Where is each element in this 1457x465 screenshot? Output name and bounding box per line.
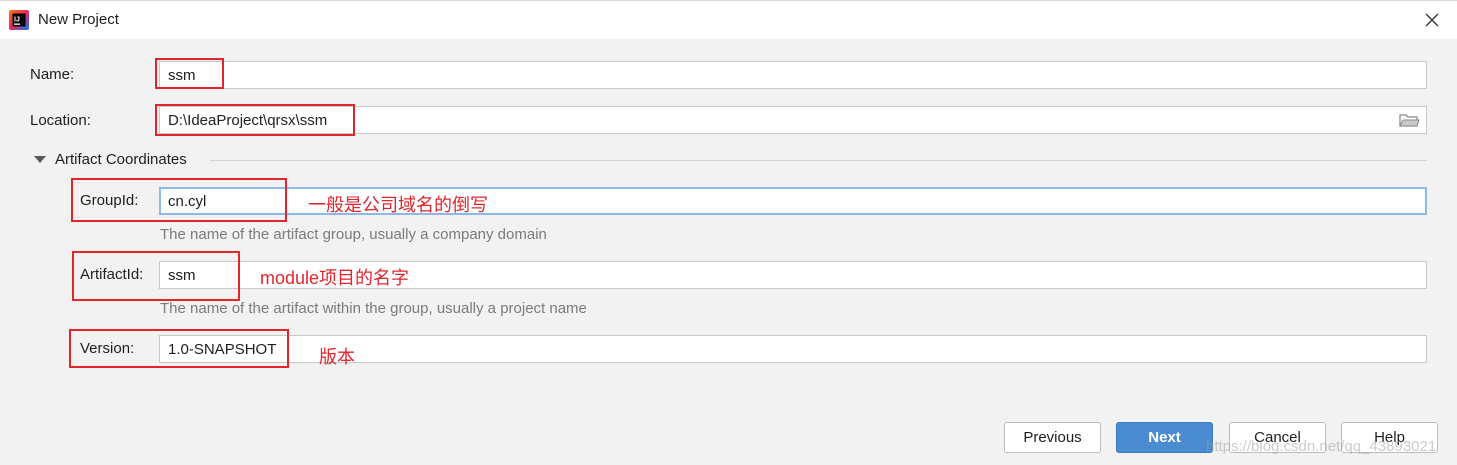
artifactid-hint: The name of the artifact within the grou… (160, 300, 587, 317)
version-highlight-box (69, 329, 289, 368)
new-project-dialog: IJ New Project Name: Location: Artifact … (0, 0, 1457, 465)
section-divider (210, 160, 1427, 161)
artifactid-annotation: module项目的名字 (260, 268, 410, 288)
close-icon[interactable] (1421, 9, 1443, 31)
name-label: Name: (30, 66, 75, 83)
location-label: Location: (30, 112, 91, 129)
title-bar: IJ New Project (0, 1, 1457, 39)
previous-button[interactable]: Previous (1004, 422, 1101, 453)
cancel-button[interactable]: Cancel (1229, 422, 1326, 453)
name-input[interactable] (159, 61, 1427, 89)
intellij-icon: IJ (9, 10, 29, 30)
folder-icon[interactable] (1398, 111, 1420, 129)
location-highlight-box (155, 104, 355, 136)
groupid-highlight-box (71, 178, 287, 222)
dialog-title: New Project (38, 11, 119, 28)
next-button[interactable]: Next (1116, 422, 1213, 453)
section-title: Artifact Coordinates (55, 151, 187, 168)
artifactid-highlight-box (72, 251, 240, 301)
name-highlight-box (155, 58, 224, 89)
svg-text:IJ: IJ (14, 17, 20, 24)
groupid-hint: The name of the artifact group, usually … (160, 226, 547, 243)
groupid-annotation: 一般是公司域名的倒写 (308, 195, 488, 215)
collapse-triangle-icon (34, 156, 46, 163)
version-annotation: 版本 (319, 347, 355, 367)
help-button[interactable]: Help (1341, 422, 1438, 453)
